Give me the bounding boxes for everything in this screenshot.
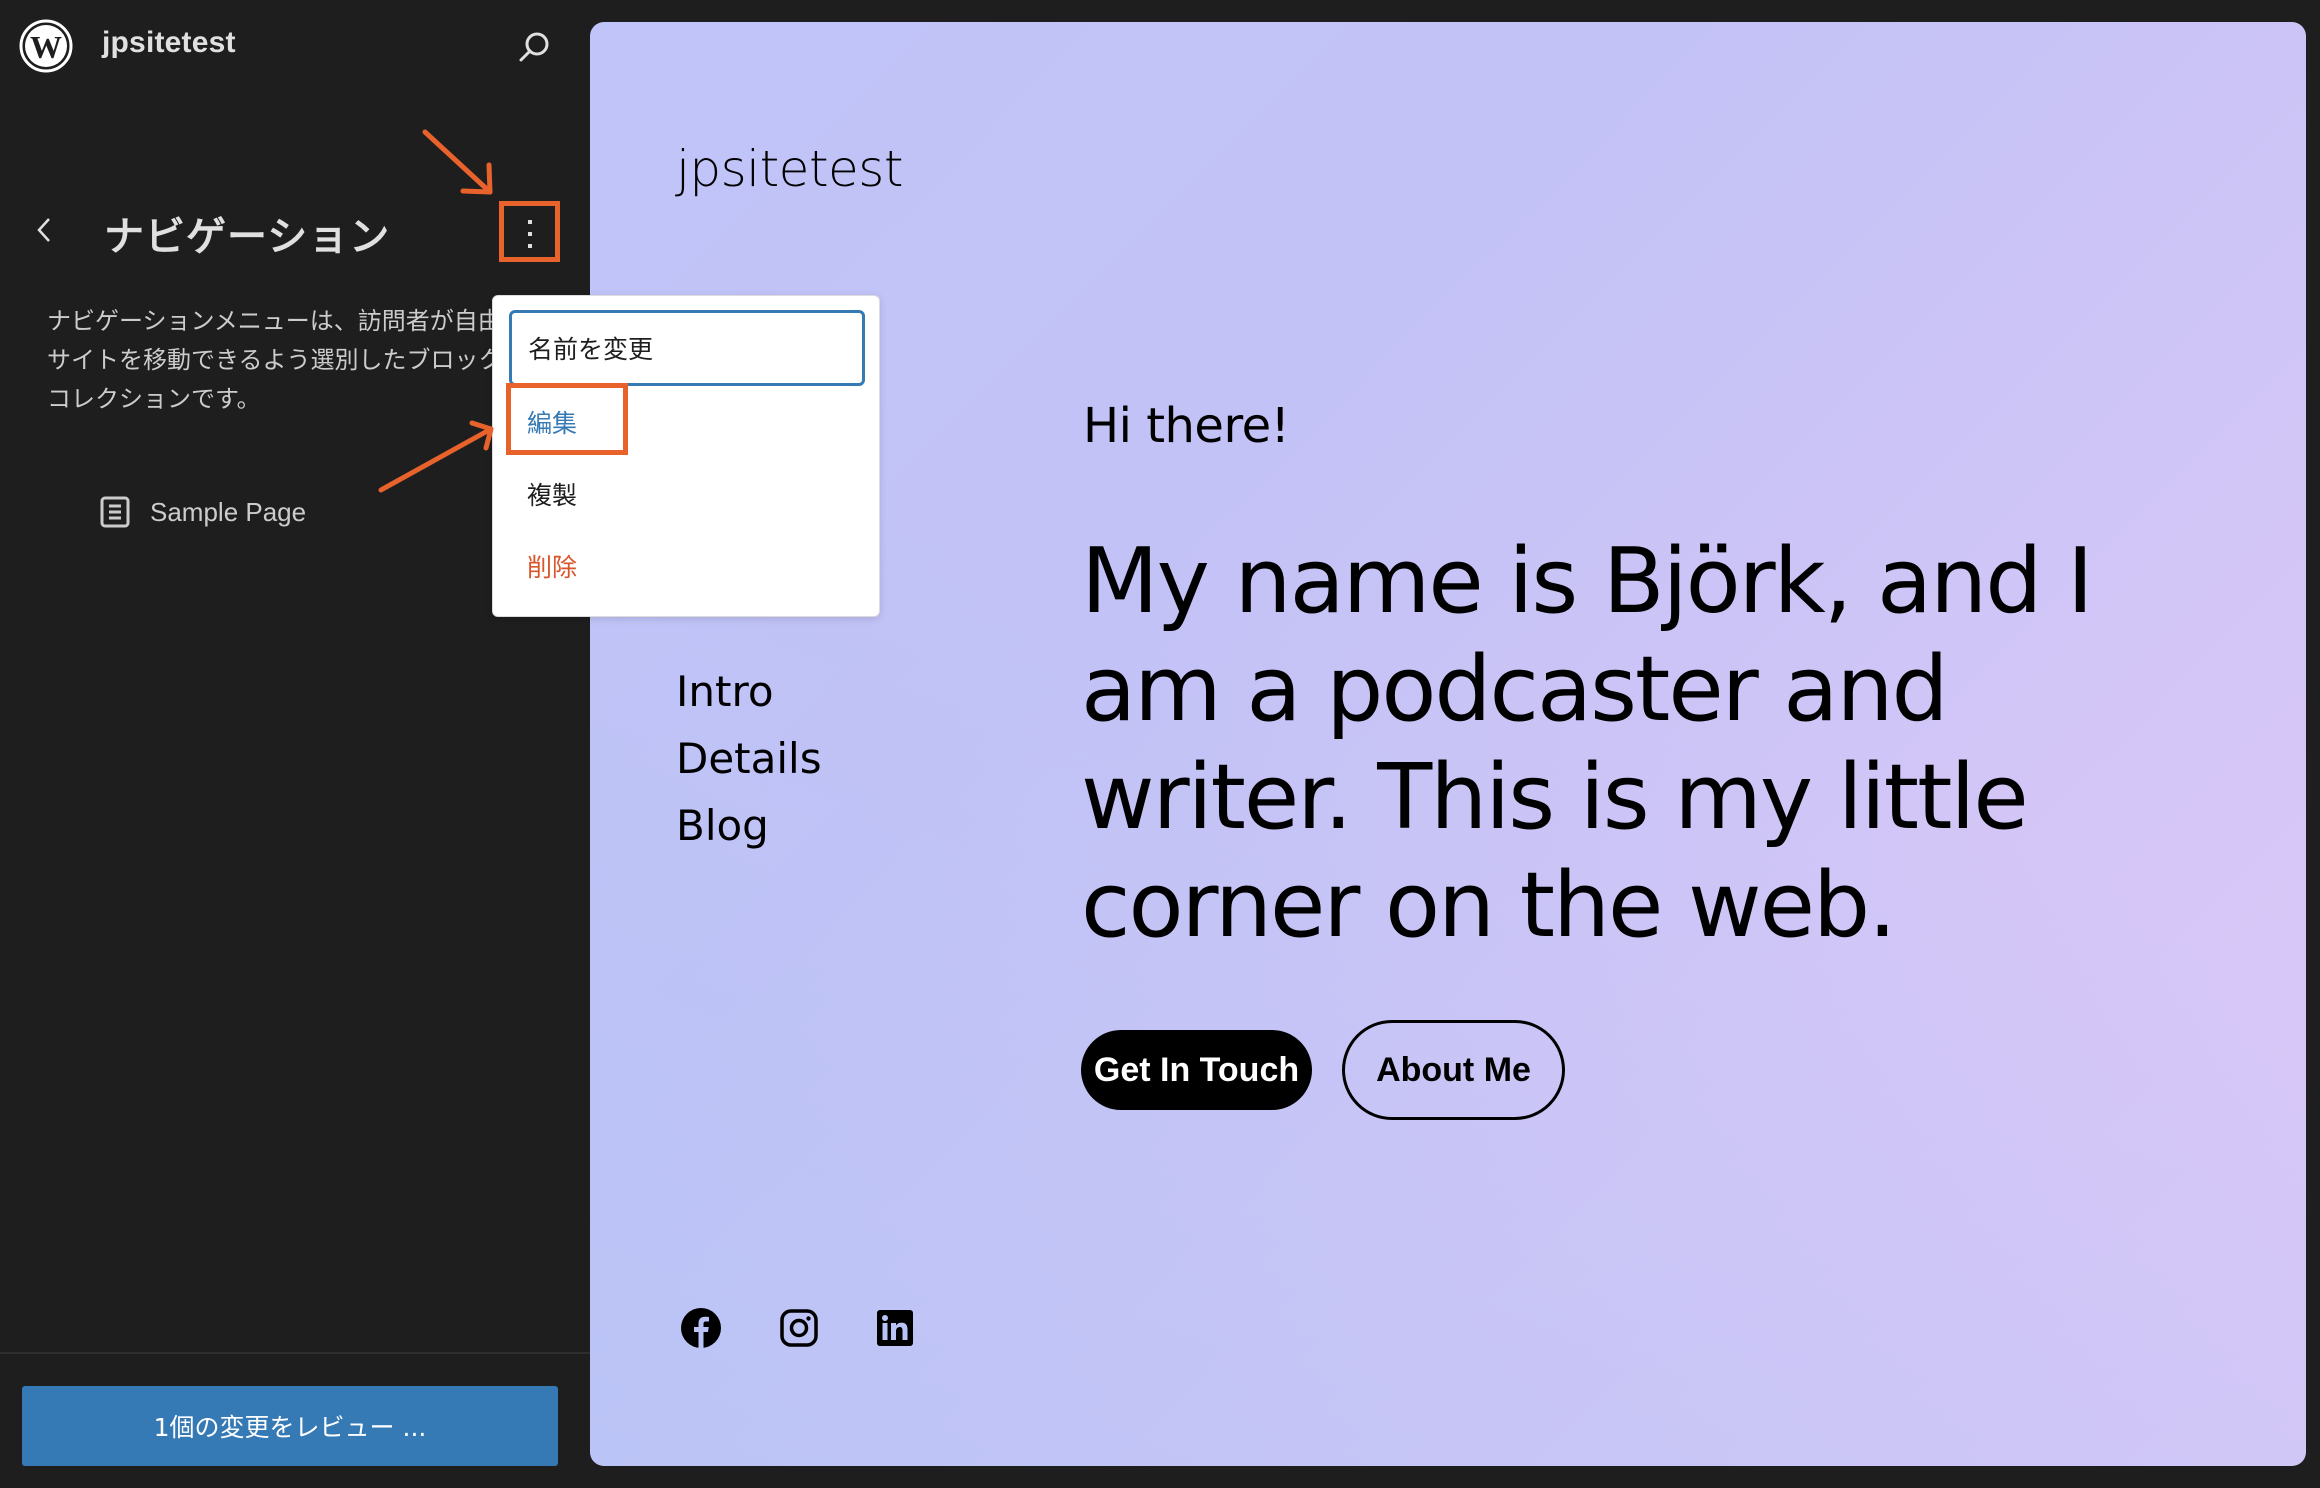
menu-item-delete[interactable]: 削除 (509, 530, 865, 602)
site-name[interactable]: jpsitetest (102, 26, 236, 60)
nav-item-label: Sample Page (150, 496, 307, 527)
more-options-button[interactable] (503, 205, 557, 259)
panel-description: ナビゲーションメニューは、訪問者が自由にサイトを移動できるよう選別したブロックの… (47, 307, 527, 413)
preview-heading: My name is Björk, and I am a podcaster a… (1081, 529, 2094, 958)
review-changes-button[interactable]: 1個の変更をレビュー ... (22, 1386, 558, 1466)
menu-item-rename[interactable]: 名前を変更 (509, 310, 865, 386)
preview-greeting: Hi there! (1083, 398, 1290, 454)
navigation-options-menu: 名前を変更 編集 複製 削除 (492, 295, 880, 617)
panel-title: ナビゲーション (104, 214, 391, 260)
get-in-touch-button[interactable]: Get In Touch (1081, 1030, 1312, 1110)
divider (0, 1352, 590, 1354)
search-button[interactable] (508, 26, 552, 66)
preview-nav-link-intro[interactable]: Intro (676, 658, 822, 725)
linkedin-icon[interactable] (875, 1308, 915, 1348)
menu-item-duplicate[interactable]: 複製 (509, 458, 865, 530)
preview-site-title[interactable]: jpsitetest (676, 140, 903, 198)
page-icon (100, 496, 130, 528)
wordpress-logo-icon[interactable]: W (18, 18, 74, 74)
sidebar: W jpsitetest ナビゲーション ナビゲーションメニューは、訪問者が自由… (0, 0, 590, 1488)
preview-nav-link-details[interactable]: Details (676, 725, 822, 792)
svg-text:W: W (30, 29, 62, 65)
instagram-icon[interactable] (779, 1308, 819, 1348)
menu-item-edit[interactable]: 編集 (509, 386, 865, 458)
preview-nav-link-blog[interactable]: Blog (676, 792, 822, 859)
nav-item-sample-page[interactable]: Sample Page (100, 496, 306, 528)
about-me-button[interactable]: About Me (1342, 1020, 1565, 1120)
preview-navigation: Intro Details Blog (676, 658, 822, 859)
site-preview[interactable]: jpsitetest Intro Details Blog Hi there! … (590, 22, 2306, 1466)
search-icon (519, 32, 549, 62)
facebook-icon[interactable] (681, 1308, 721, 1348)
back-button[interactable] (30, 212, 58, 248)
chevron-left-icon (37, 218, 50, 242)
